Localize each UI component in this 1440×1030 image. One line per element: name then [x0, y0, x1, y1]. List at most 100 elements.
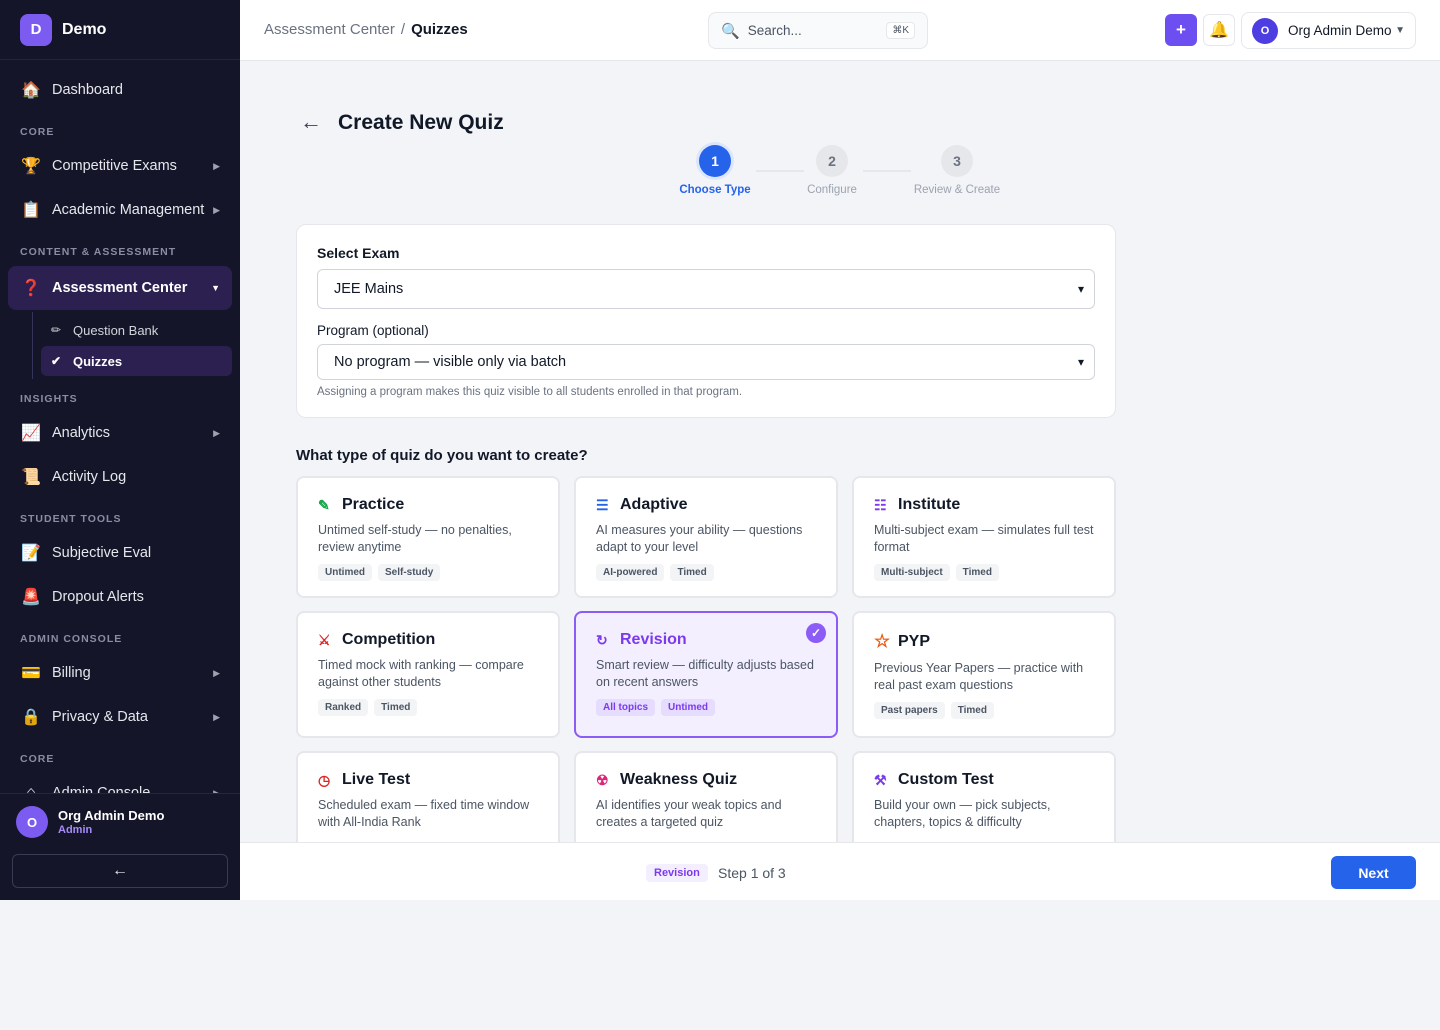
breadcrumb: Assessment Center / Quizzes: [264, 21, 468, 38]
sidebar-item-privacy[interactable]: 🔒 Privacy & Data ▶: [0, 695, 240, 739]
sidebar-user[interactable]: O Org Admin Demo Admin: [0, 794, 240, 850]
program-label: Program (optional): [317, 323, 429, 338]
card-title: Live Test: [342, 771, 411, 788]
grid-icon: ☷: [874, 496, 887, 513]
sidebar-nav: 🏠 Dashboard CORE 🏆 Competitive Exams ▶ 📋…: [0, 60, 240, 793]
sidebar-item-label: Dropout Alerts: [52, 589, 144, 605]
sidebar-item-label: Academic Management: [52, 202, 205, 218]
target-icon: ☢: [596, 771, 609, 788]
question-icon: ❓: [21, 280, 41, 297]
sidebar-item-academic-management[interactable]: 📋 Academic Management ▶: [0, 188, 240, 232]
card-tags: Ranked Timed: [318, 699, 538, 716]
program-hint: Assigning a program makes this quiz visi…: [317, 386, 743, 398]
sidebar-item-billing[interactable]: 💳 Billing ▶: [0, 651, 240, 695]
exam-selection-card: Select Exam JEE Mains ▾ Program (optiona…: [296, 224, 1116, 418]
back-button[interactable]: ←: [300, 109, 322, 135]
next-button[interactable]: Next: [1331, 856, 1416, 889]
house-icon: ⌂: [26, 784, 36, 793]
tag: Timed: [374, 699, 418, 716]
quiz-type-card-pyp[interactable]: ☆ PYP Previous Year Papers — practice wit…: [852, 611, 1116, 738]
quiz-type-question: What type of quiz do you want to create?: [296, 447, 588, 464]
assessment-submenu: ✏ Question Bank ✔ Quizzes: [32, 312, 240, 379]
collapse-sidebar-button[interactable]: ←: [12, 854, 228, 888]
siren-icon: 🚨: [21, 589, 41, 606]
step-label: Review & Create: [913, 184, 1001, 196]
brand[interactable]: D Demo: [0, 0, 240, 60]
avatar: O: [1252, 17, 1278, 44]
chevron-right-icon: ▶: [213, 160, 220, 171]
chevron-down-icon: ▼: [1395, 25, 1405, 36]
sidebar-item-label: Analytics: [52, 425, 111, 441]
card-title: PYP: [898, 632, 931, 650]
card-title: Institute: [898, 496, 961, 513]
sidebar-item-dashboard[interactable]: 🏠 Dashboard: [0, 68, 240, 112]
card-tags: Untimed Self-study: [318, 564, 538, 581]
sidebar-item-assessment-center[interactable]: ❓ Assessment Center ▼: [8, 266, 232, 310]
card-description: Scheduled exam — fixed time window with …: [318, 798, 530, 829]
step-label: Configure: [807, 184, 857, 196]
sidebar-item-question-bank[interactable]: ✏ Question Bank: [41, 315, 232, 345]
quiz-type-card-live-test[interactable]: ◷ Live Test Scheduled exam — fixed time w…: [296, 751, 560, 842]
pencil-icon: ✏: [51, 323, 62, 337]
section-label-student-tools: STUDENT TOOLS: [20, 513, 122, 525]
card-title: Adaptive: [620, 496, 688, 513]
plus-icon: +: [1176, 20, 1186, 39]
lock-icon: 🔒: [21, 709, 41, 726]
tag: Untimed: [661, 699, 716, 716]
card-tags: AI-powered Timed: [596, 564, 816, 581]
search-input[interactable]: [747, 23, 887, 38]
scroll-icon: 📜: [21, 469, 41, 486]
step-choose-type[interactable]: 1 Choose Type: [665, 145, 765, 196]
sidebar-item-dropout-alerts[interactable]: 🚨 Dropout Alerts: [0, 575, 240, 619]
swords-icon: ⚔: [318, 631, 331, 648]
tag: Ranked: [318, 699, 369, 716]
step-label: Choose Type: [679, 184, 751, 196]
selected-type-badge: Revision: [646, 864, 708, 882]
card-title: Practice: [342, 496, 405, 513]
quiz-type-card-practice[interactable]: ✎ Practice Untimed self-study — no penalt…: [296, 476, 560, 598]
sidebar-footer: O Org Admin Demo Admin ←: [0, 793, 240, 900]
sidebar-item-label: Competitive Exams: [52, 158, 177, 174]
exam-label: Select Exam: [317, 245, 400, 261]
quiz-type-card-revision[interactable]: ✓ ↻ Revision Smart review — difficulty ad…: [574, 611, 838, 738]
sidebar: D Demo 🏠 Dashboard CORE 🏆 Competitive Ex…: [0, 0, 240, 900]
quiz-type-card-institute[interactable]: ☷ Institute Multi-subject exam — simulate…: [852, 476, 1116, 598]
exam-select[interactable]: JEE Mains ▾: [317, 269, 1095, 309]
step-review-create[interactable]: 3 Review & Create: [907, 145, 1007, 196]
sidebar-item-activity-log[interactable]: 📜 Activity Log: [0, 455, 240, 499]
chevron-right-icon: ▶: [213, 427, 220, 438]
create-button[interactable]: +: [1165, 14, 1197, 46]
quiz-type-card-custom-test[interactable]: ⚒ Custom Test Build your own — pick subje…: [852, 751, 1116, 842]
step-progress-text: Step 1 of 3: [718, 865, 786, 881]
user-info: Org Admin Demo Admin: [58, 808, 164, 836]
tag: AI-powered: [596, 564, 665, 581]
program-select[interactable]: No program — visible only via batch ▾: [317, 344, 1095, 380]
card-tags: Past papers Timed: [874, 702, 1094, 719]
quiz-type-card-weakness-quiz[interactable]: ☢ Weakness Quiz AI identifies your weak t…: [574, 751, 838, 842]
tag: Timed: [670, 564, 714, 581]
card-title: Weakness Quiz: [620, 771, 738, 788]
quiz-type-card-competition[interactable]: ⚔ Competition Timed mock with ranking — c…: [296, 611, 560, 738]
tag: Past papers: [874, 702, 945, 719]
sidebar-item-admin-console[interactable]: ⌂ Admin Console ▶: [0, 771, 240, 793]
card-description: AI measures your ability — questions ada…: [596, 523, 803, 554]
sidebar-item-analytics[interactable]: 📈 Analytics ▶: [0, 411, 240, 455]
breadcrumb-parent[interactable]: Assessment Center: [264, 21, 395, 38]
breadcrumb-current: Quizzes: [411, 21, 468, 38]
clock-icon: ◷: [318, 771, 331, 788]
star-icon: ☆: [874, 631, 891, 651]
page-title: Create New Quiz: [338, 111, 504, 134]
notifications-button[interactable]: 🔔: [1203, 14, 1235, 46]
sidebar-item-label: Admin Console: [52, 785, 151, 793]
user-menu[interactable]: O Org Admin Demo ▼: [1241, 12, 1416, 49]
sidebar-item-competitive-exams[interactable]: 🏆 Competitive Exams ▶: [0, 144, 240, 188]
quiz-type-card-adaptive[interactable]: ☰ Adaptive AI measures your ability — que…: [574, 476, 838, 598]
section-label-admin-console: ADMIN CONSOLE: [20, 633, 123, 645]
sidebar-item-quizzes[interactable]: ✔ Quizzes: [41, 346, 232, 376]
sidebar-item-label: Activity Log: [52, 469, 127, 485]
section-label-core-2: CORE: [20, 753, 55, 765]
section-label-insights: INSIGHTS: [20, 393, 78, 405]
sidebar-item-subjective-eval[interactable]: 📝 Subjective Eval: [0, 531, 240, 575]
search-box[interactable]: 🔍 ⌘K: [708, 12, 928, 49]
chevron-down-icon: ▼: [211, 283, 220, 293]
